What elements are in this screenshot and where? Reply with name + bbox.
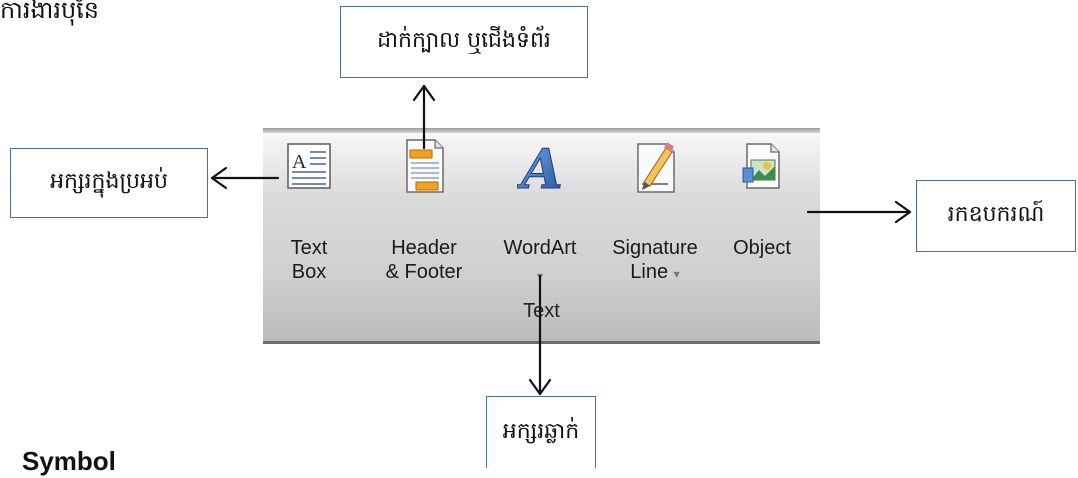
callout-arrows <box>210 84 912 396</box>
symbol-heading: Symbol <box>22 446 116 476</box>
